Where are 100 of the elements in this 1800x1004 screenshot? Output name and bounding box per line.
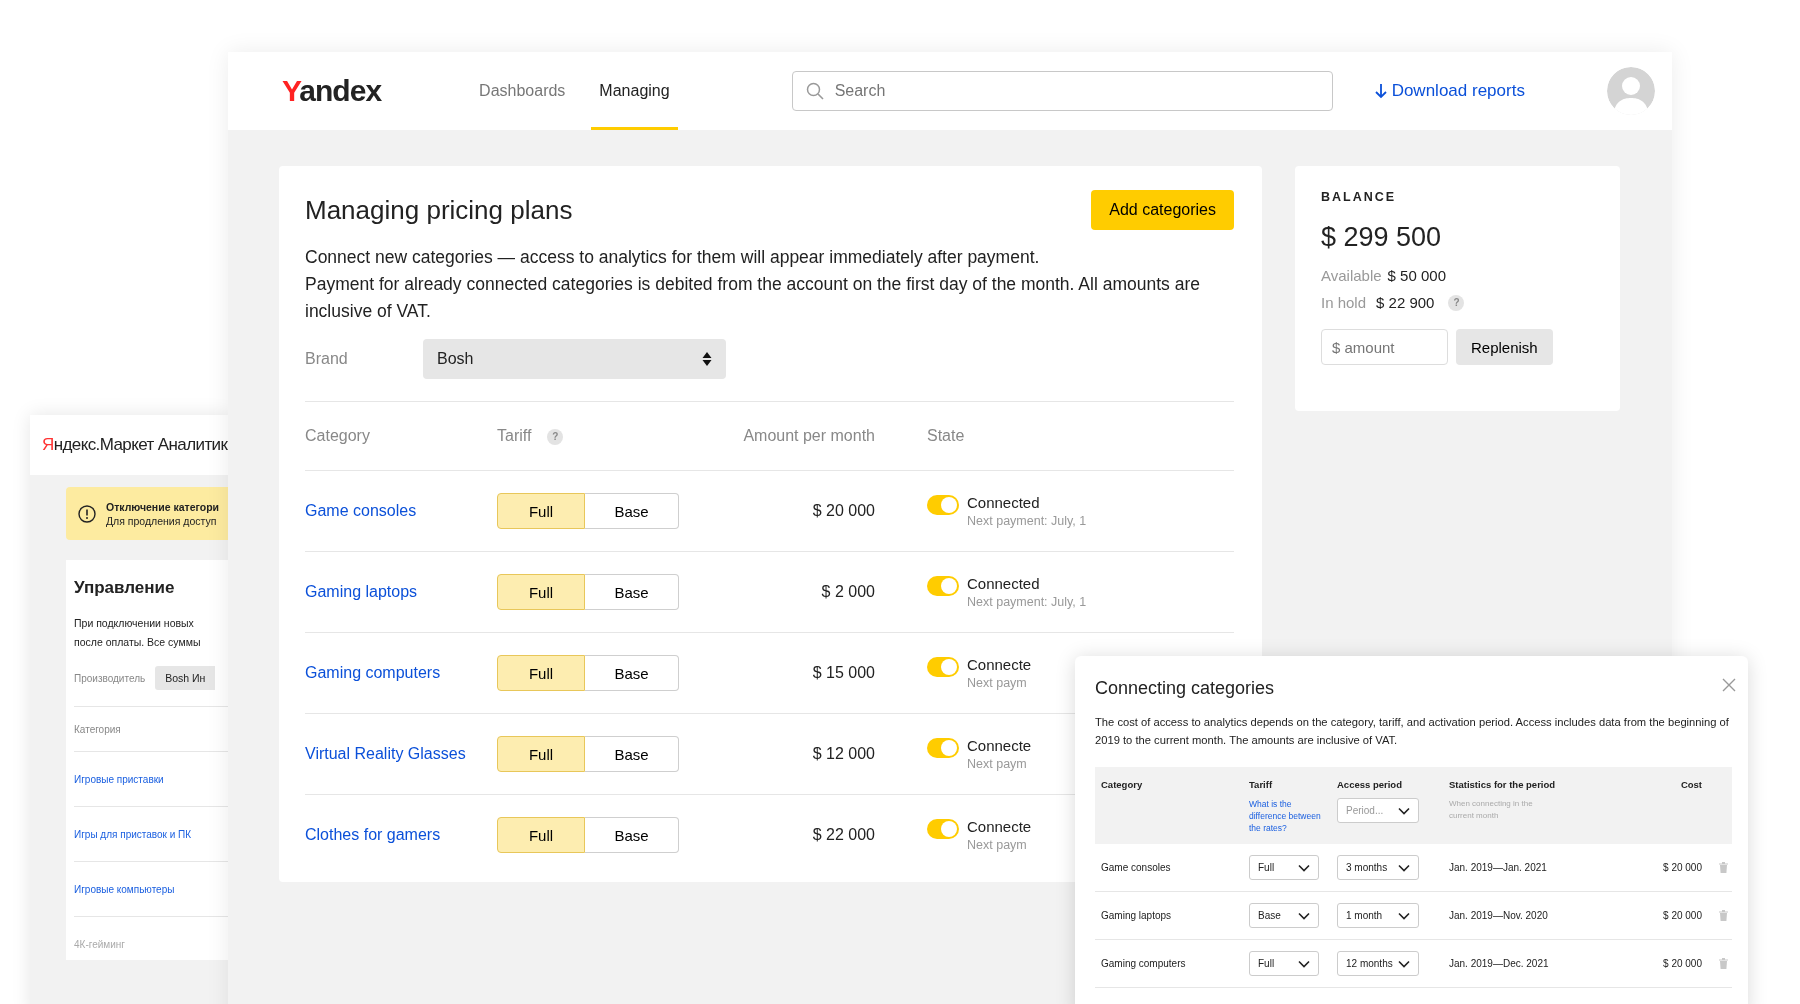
- add-categories-button[interactable]: Add categories: [1091, 190, 1234, 230]
- amount-text: $ 22 900: [1376, 294, 1435, 311]
- state-text: Connected: [967, 575, 1041, 592]
- period-select[interactable]: 3 months: [1337, 855, 1419, 880]
- tariff-option[interactable]: Base: [585, 655, 679, 691]
- toggle-switch[interactable]: [927, 738, 959, 758]
- tariff-select[interactable]: Full: [1249, 951, 1319, 976]
- category-link[interactable]: Virtual Reality Glasses: [305, 745, 466, 762]
- card-title: BALANCE: [1321, 190, 1398, 204]
- field-label: Brand: [305, 350, 349, 368]
- brand-select[interactable]: Bosh: [423, 339, 726, 379]
- tariff-select[interactable]: Full: [1249, 855, 1319, 880]
- state-text: Connecte: [967, 737, 1032, 754]
- column-header: Category: [1101, 779, 1144, 790]
- field-label: Available: [1321, 267, 1382, 284]
- column-header: Amount per month: [743, 427, 875, 444]
- state-text: Connected: [967, 494, 1041, 511]
- state-text: Connecte: [967, 818, 1032, 835]
- column-header: Access period: [1337, 779, 1403, 790]
- warning-icon: [78, 504, 96, 523]
- table-cell-text: Gaming computers: [1101, 958, 1187, 969]
- period-select[interactable]: 12 months: [1337, 951, 1419, 976]
- tariff-option[interactable]: Full: [497, 736, 585, 772]
- category-link[interactable]: Gaming laptops: [305, 583, 418, 600]
- next-payment-text: Next payment: July, 1: [967, 514, 1087, 528]
- next-payment-text: Next paym: [967, 676, 1028, 690]
- chevron-icon: [1398, 863, 1410, 872]
- tariff-select[interactable]: Base: [1249, 903, 1319, 928]
- search-field[interactable]: Search: [791, 71, 1333, 111]
- table-cell-text: $ 20 000: [1662, 862, 1702, 873]
- avatar-icon[interactable]: [1607, 67, 1655, 115]
- column-header: Category: [305, 427, 370, 444]
- tariff-option[interactable]: Full: [497, 493, 585, 529]
- download-icon: [1374, 83, 1387, 99]
- category-link: 4К-гейминг: [74, 938, 125, 950]
- toggle-switch[interactable]: [927, 819, 959, 839]
- amount-text: $ 2 000: [820, 583, 875, 601]
- amount-text: $ 20 000: [811, 502, 875, 520]
- logo: Yandex: [282, 74, 382, 108]
- toggle-switch[interactable]: [927, 576, 959, 596]
- field-label: Производитель: [74, 672, 146, 684]
- description-text: Payment for already connected categories is debited from the account on the first day of the month. All amounts are inclusive of VAT.: [305, 273, 1201, 323]
- table-cell-text: Jan. 2019—Nov. 2020: [1449, 910, 1549, 921]
- next-payment-text: Next paym: [967, 838, 1028, 852]
- field-label: In hold: [1321, 294, 1367, 311]
- category-link[interactable]: Игровые приставки: [74, 773, 164, 785]
- amount-text: $ 50 000: [1387, 267, 1446, 284]
- column-header: Cost: [1679, 779, 1702, 790]
- maker-select[interactable]: Bosh Ин: [155, 666, 216, 690]
- chevron-icon: [1398, 959, 1410, 968]
- table-cell-text: Gaming laptops: [1101, 910, 1173, 921]
- column-header: Tariff: [1249, 779, 1274, 790]
- tariff-option[interactable]: Full: [497, 574, 585, 610]
- amount-text: $ 15 000: [811, 664, 875, 682]
- next-payment-text: Next paym: [967, 757, 1028, 771]
- next-payment-text: Next payment: July, 1: [967, 595, 1087, 609]
- state-text: Connecte: [967, 656, 1032, 673]
- logo: Яндекс.Маркет Аналитик: [42, 435, 228, 455]
- notice-title: Отключение категори: [106, 500, 219, 513]
- column-header: Statistics for the period: [1449, 779, 1557, 790]
- period-select[interactable]: 1 month: [1337, 903, 1419, 928]
- chevron-icon: [1298, 911, 1310, 920]
- category-link[interactable]: Clothes for gamers: [305, 826, 441, 843]
- balance-total: $ 299 500: [1321, 222, 1443, 253]
- category-link[interactable]: Game consoles: [305, 502, 417, 519]
- category-link[interactable]: Gaming computers: [305, 664, 441, 681]
- amount-text: $ 12 000: [811, 745, 875, 763]
- table-cell-text: Game consoles: [1101, 862, 1172, 873]
- chevron-icon: [1298, 959, 1310, 968]
- category-link[interactable]: Игровые компьютеры: [74, 883, 175, 895]
- amount-field[interactable]: $ amount: [1321, 329, 1448, 365]
- column-header: State: [927, 427, 965, 444]
- page-title: Managing pricing plans: [305, 194, 573, 226]
- trash-icon[interactable]: [1719, 910, 1728, 921]
- toggle-switch[interactable]: [927, 657, 959, 677]
- category-link[interactable]: Игры для приставок и ПК: [74, 828, 192, 840]
- chevron-icon: [1298, 863, 1310, 872]
- dialog-title: Connecting categories: [1095, 678, 1275, 699]
- tariff-option[interactable]: Base: [585, 493, 679, 529]
- tariff-option[interactable]: Base: [585, 736, 679, 772]
- download-link[interactable]: Download reports: [1374, 81, 1525, 101]
- description-text: При подключении новых: [74, 616, 195, 631]
- tariff-option[interactable]: Base: [585, 574, 679, 610]
- table-cell-text: Jan. 2019—Jan. 2021: [1449, 862, 1548, 873]
- tariff-option[interactable]: Full: [497, 817, 585, 853]
- search-icon: [805, 82, 824, 100]
- description-text: The cost of access to analytics depends on the category, tariff, and activation period. Access includes data from the beginning of 2019 to the current month. The amounts are inclusive of VAT.: [1095, 715, 1730, 748]
- replenish-button[interactable]: Replenish: [1456, 329, 1553, 365]
- toggle-switch[interactable]: [927, 495, 959, 515]
- table-cell-text: $ 20 000: [1662, 910, 1702, 921]
- chevron-icon: [1398, 806, 1410, 815]
- table-cell-text: $ 20 000: [1662, 958, 1702, 969]
- tariff-help-link[interactable]: What is the difference between the rates?: [1249, 798, 1327, 834]
- trash-icon[interactable]: [1719, 958, 1728, 969]
- nav-tab[interactable]: Managing: [591, 52, 678, 130]
- trash-icon[interactable]: [1719, 862, 1728, 873]
- nav-tab[interactable]: Dashboards: [471, 52, 574, 130]
- description-text: после оплаты. Все суммы: [74, 635, 202, 650]
- tariff-option[interactable]: Base: [585, 817, 679, 853]
- tariff-option[interactable]: Full: [497, 655, 585, 691]
